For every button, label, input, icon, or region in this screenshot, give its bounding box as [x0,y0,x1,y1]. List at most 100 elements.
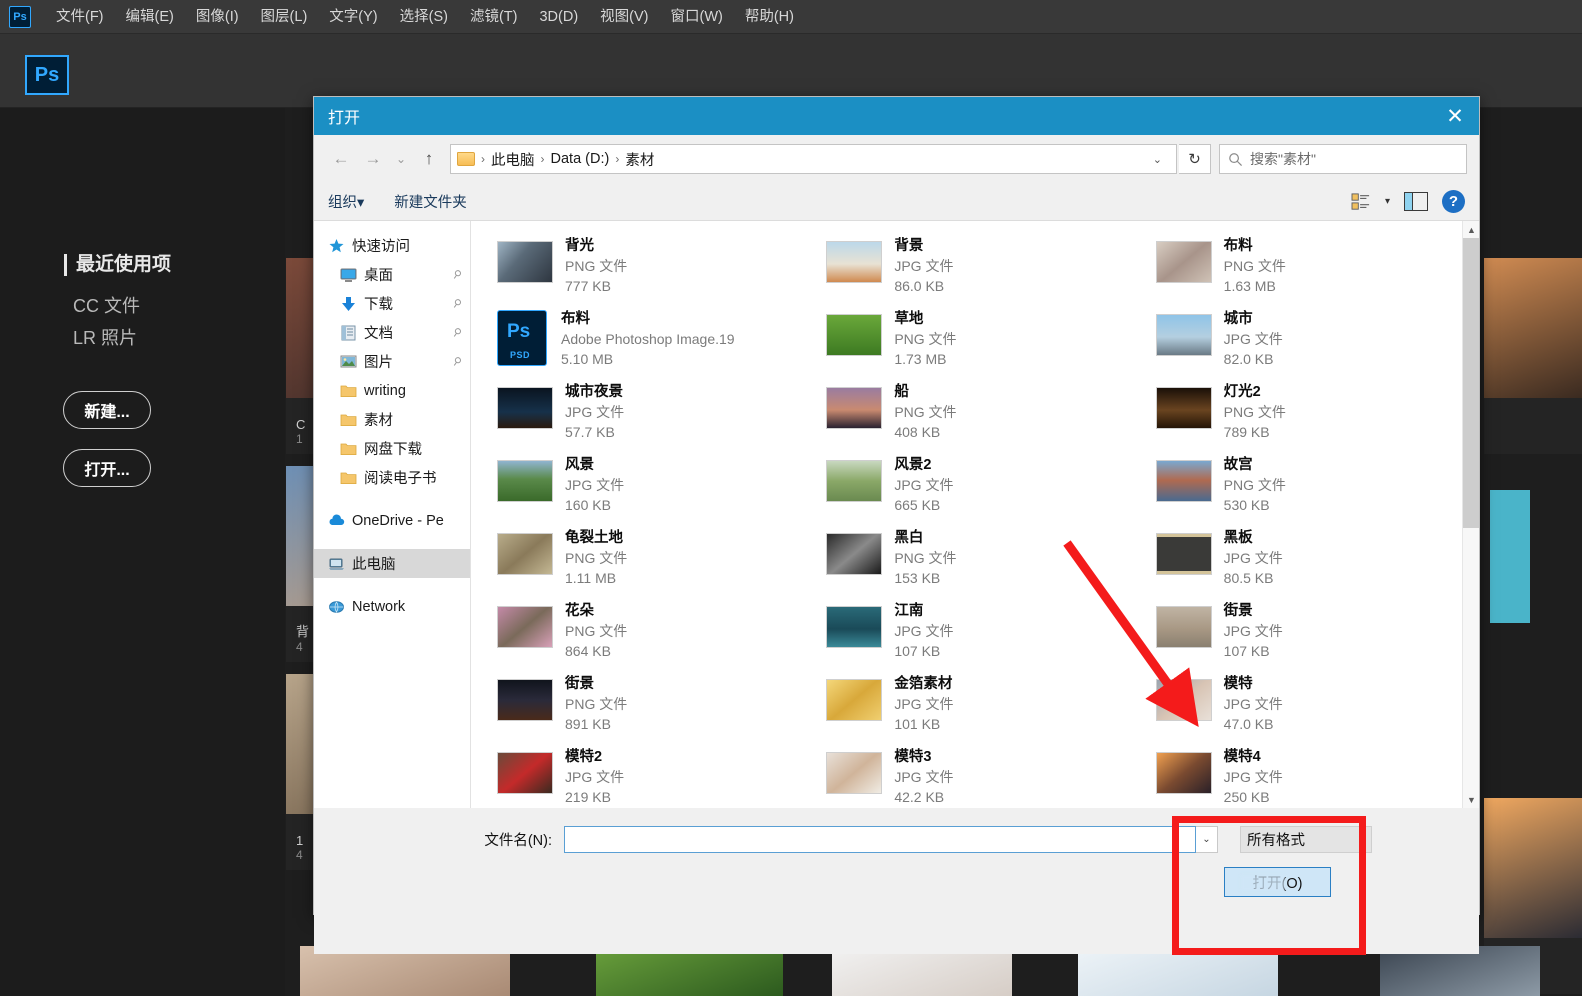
scrollbar-thumb[interactable] [1463,238,1479,528]
file-item[interactable]: 布料PNG 文件1.63 MB [1150,233,1473,306]
open-document-button[interactable]: 打开... [63,449,151,487]
menu-item-2[interactable]: 图像(I) [185,0,250,34]
file-item[interactable]: 灯光2PNG 文件789 KB [1150,379,1473,452]
file-item[interactable]: 风景JPG 文件160 KB [491,452,814,525]
file-format-select[interactable]: 所有格式 [1240,826,1372,853]
nav-tree-item-1[interactable]: 桌面⚲ [314,260,470,289]
menu-item-7[interactable]: 3D(D) [528,0,589,34]
nav-tree-item-6[interactable]: 素材 [314,405,470,434]
file-item[interactable]: 模特3JPG 文件42.2 KB [820,744,1143,808]
nav-tree-item-7[interactable]: 网盘下载 [314,434,470,463]
file-thumbnail [497,460,553,502]
file-item[interactable]: 花朵PNG 文件864 KB [491,598,814,671]
nav-tree-item-10[interactable]: 此电脑 [314,549,470,578]
breadcrumb-item-data-drive[interactable]: Data (D:) [547,151,614,167]
menu-item-8[interactable]: 视图(V) [589,0,659,34]
file-item[interactable]: 龟裂土地PNG 文件1.11 MB [491,525,814,598]
file-type: PNG 文件 [1224,256,1286,276]
file-item[interactable]: 城市夜景JPG 文件57.7 KB [491,379,814,452]
file-item[interactable]: 风景2JPG 文件665 KB [820,452,1143,525]
file-item[interactable]: 模特2JPG 文件219 KB [491,744,814,808]
filename-dropdown-icon[interactable]: ⌄ [1196,826,1218,853]
file-item[interactable]: 街景PNG 文件891 KB [491,671,814,744]
pin-icon[interactable]: ⚲ [450,267,464,282]
recent-file-card[interactable] [1484,258,1582,454]
file-item[interactable]: 船PNG 文件408 KB [820,379,1143,452]
file-item[interactable]: 江南JPG 文件107 KB [820,598,1143,671]
pin-icon[interactable]: ⚲ [450,296,464,311]
file-type: PNG 文件 [565,256,627,276]
open-button[interactable]: 打开(O) [1224,867,1331,897]
file-item[interactable]: 故宫PNG 文件530 KB [1150,452,1473,525]
file-item[interactable]: 草地PNG 文件1.73 MB [820,306,1143,379]
pin-icon[interactable]: ⚲ [450,354,464,369]
sidebar-item-cc-files[interactable]: CC 文件 [73,292,140,318]
menu-item-3[interactable]: 图层(L) [250,0,319,34]
file-type: JPG 文件 [1224,767,1283,787]
back-icon[interactable]: ← [326,144,356,174]
file-size: 891 KB [565,714,627,734]
scroll-down-icon[interactable]: ▼ [1463,791,1479,808]
breadcrumb-item-this-pc[interactable]: 此电脑 [487,149,539,170]
file-item[interactable]: 模特JPG 文件47.0 KB [1150,671,1473,744]
preview-pane-icon[interactable] [1404,192,1428,211]
recent-locations-icon[interactable]: ⌄ [390,144,412,174]
file-thumbnail [497,606,553,648]
file-item[interactable]: 黑白PNG 文件153 KB [820,525,1143,598]
menu-item-0[interactable]: 文件(F) [45,0,115,34]
file-item[interactable]: 黑板JPG 文件80.5 KB [1150,525,1473,598]
search-input[interactable]: 搜索"素材" [1219,144,1467,174]
file-info: 风景2JPG 文件665 KB [894,456,953,521]
menu-item-5[interactable]: 选择(S) [389,0,459,34]
up-icon[interactable]: ↑ [414,144,444,174]
menu-item-4[interactable]: 文字(Y) [318,0,388,34]
file-thumbnail [826,460,882,502]
scroll-up-icon[interactable]: ▲ [1463,221,1479,238]
nav-tree-item-4[interactable]: 图片⚲ [314,347,470,376]
file-item[interactable]: 城市JPG 文件82.0 KB [1150,306,1473,379]
organize-button[interactable]: 组织▾ [328,191,364,212]
file-size: 789 KB [1224,422,1286,442]
menu-item-10[interactable]: 帮助(H) [734,0,805,34]
file-item[interactable]: 模特4JPG 文件250 KB [1150,744,1473,808]
nav-tree-item-3[interactable]: 文档⚲ [314,318,470,347]
chevron-down-icon[interactable]: ⌄ [1145,153,1170,166]
nav-tree-item-11[interactable]: Network [314,592,470,621]
file-size: 107 KB [1224,641,1283,661]
dialog-footer: 文件名(N): ⌄ 所有格式 打开(O) [314,808,1479,954]
menu-item-9[interactable]: 窗口(W) [660,0,734,34]
filename-input[interactable] [564,826,1196,853]
file-type: PNG 文件 [894,329,956,349]
forward-icon[interactable]: → [358,144,388,174]
menu-item-6[interactable]: 滤镜(T) [459,0,529,34]
file-item[interactable]: PsPSD布料Adobe Photoshop Image.195.10 MB [491,306,814,379]
breadcrumb-item-sucai[interactable]: 素材 [621,149,658,170]
view-mode-icon[interactable] [1351,193,1371,211]
new-document-button[interactable]: 新建... [63,391,151,429]
refresh-icon[interactable]: ↻ [1179,144,1211,174]
file-thumbnail [826,533,882,575]
nav-tree-item-2[interactable]: 下载⚲ [314,289,470,318]
nav-tree-item-5[interactable]: writing [314,376,470,405]
close-icon[interactable]: ✕ [1431,97,1479,135]
help-icon[interactable]: ? [1442,190,1465,213]
file-type: JPG 文件 [565,475,624,495]
menu-item-1[interactable]: 编辑(E) [115,0,185,34]
nav-tree-item-0[interactable]: 快速访问 [314,231,470,260]
psd-file-icon: PsPSD [497,310,549,366]
file-thumbnail [1156,241,1212,283]
nav-tree-item-9[interactable]: OneDrive - Pe [314,506,470,535]
file-item[interactable]: 背光PNG 文件777 KB [491,233,814,306]
search-icon [1228,152,1243,167]
sidebar-item-lr-photos[interactable]: LR 照片 [73,324,137,350]
photoshop-logo: Ps [25,55,69,95]
new-folder-button[interactable]: 新建文件夹 [394,191,467,212]
file-item[interactable]: 金箔素材JPG 文件101 KB [820,671,1143,744]
breadcrumb[interactable]: › 此电脑 › Data (D:) › 素材 ⌄ [450,144,1177,174]
vertical-scrollbar[interactable]: ▲ ▼ [1462,221,1479,808]
chevron-down-icon[interactable]: ▾ [1385,196,1390,207]
pin-icon[interactable]: ⚲ [450,325,464,340]
file-item[interactable]: 街景JPG 文件107 KB [1150,598,1473,671]
file-item[interactable]: 背景JPG 文件86.0 KB [820,233,1143,306]
nav-tree-item-8[interactable]: 阅读电子书 [314,463,470,492]
